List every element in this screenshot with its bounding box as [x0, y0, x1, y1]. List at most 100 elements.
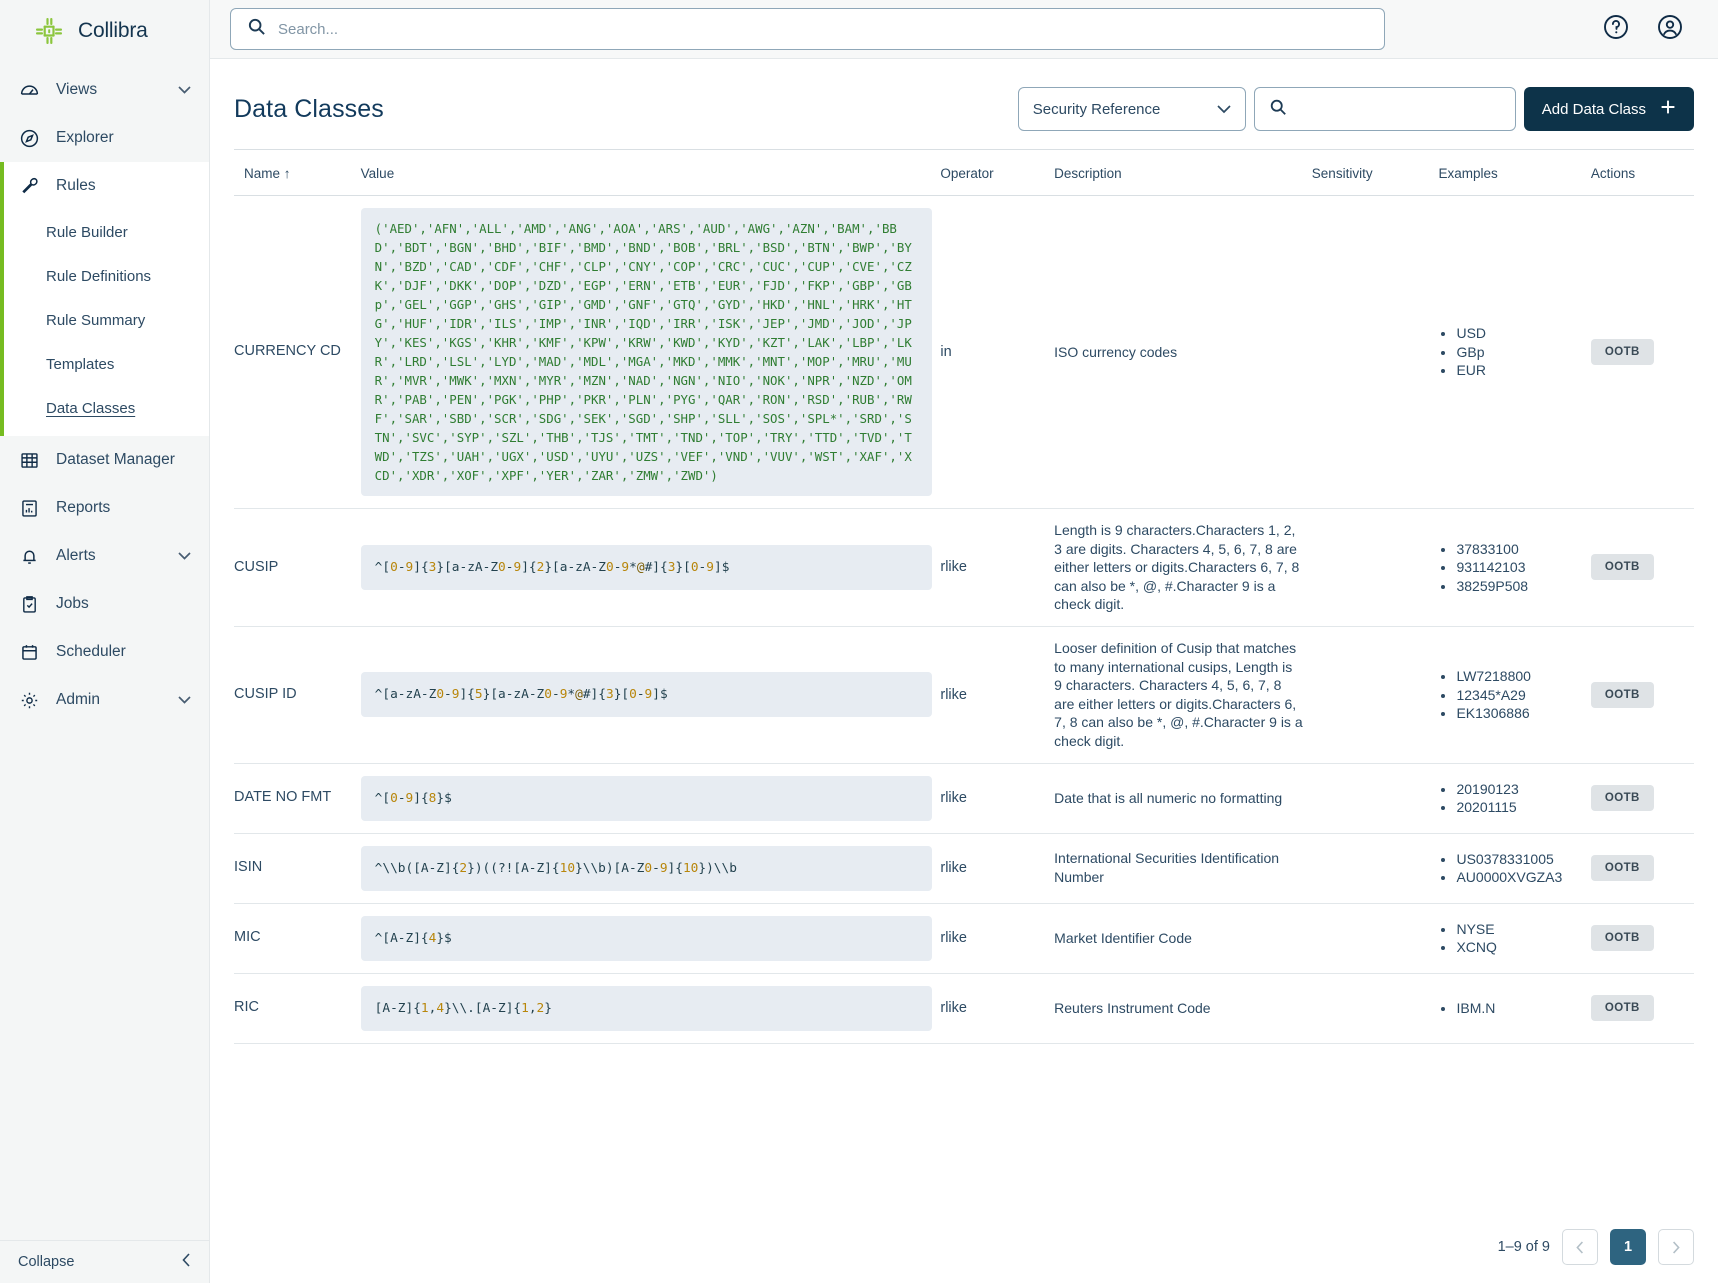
global-search[interactable] — [230, 8, 1385, 50]
cell-description: Reuters Instrument Code — [1054, 973, 1312, 1043]
cell-actions: OOTB — [1591, 833, 1694, 903]
reference-select[interactable]: Security Reference — [1018, 87, 1246, 131]
sidebar-item-reports[interactable]: Reports — [0, 484, 209, 532]
cell-sensitivity — [1312, 763, 1439, 833]
table-row[interactable]: CURRENCY CD('AED','AFN','ALL','AMD','ANG… — [234, 196, 1694, 509]
cell-sensitivity — [1312, 509, 1439, 627]
sidebar-item-rules[interactable]: Rules — [0, 162, 209, 210]
column-header-examples[interactable]: Examples — [1438, 150, 1590, 196]
alerts-bell-icon — [18, 545, 40, 567]
cell-sensitivity — [1312, 973, 1439, 1043]
sidebar-subitem-label: Rule Summary — [46, 312, 145, 329]
ootb-badge[interactable]: OOTB — [1591, 554, 1654, 580]
cell-sensitivity — [1312, 903, 1439, 973]
example-item: XCNQ — [1456, 938, 1582, 957]
collibra-logo-icon — [32, 14, 66, 48]
sidebar-item-data-classes[interactable]: Data Classes — [4, 386, 209, 430]
table-filter-search[interactable] — [1254, 87, 1516, 131]
sidebar-item-rule-definitions[interactable]: Rule Definitions — [4, 254, 209, 298]
sidebar-item-scheduler[interactable]: Scheduler — [0, 628, 209, 676]
chevron-down-icon — [178, 547, 191, 565]
ootb-badge[interactable]: OOTB — [1591, 995, 1654, 1021]
example-item: 931142103 — [1456, 558, 1582, 577]
cell-description: Date that is all numeric no formatting — [1054, 763, 1312, 833]
cell-operator: rlike — [940, 763, 1054, 833]
column-header-value[interactable]: Value — [361, 150, 941, 196]
sidebar-item-rule-builder[interactable]: Rule Builder — [4, 210, 209, 254]
table-body: CURRENCY CD('AED','AFN','ALL','AMD','ANG… — [234, 196, 1694, 1044]
regex-code-block: ^[0-9]{8}$ — [361, 776, 933, 821]
cell-actions: OOTB — [1591, 763, 1694, 833]
regex-code-block: [A-Z]{1,4}\\.[A-Z]{1,2} — [361, 986, 933, 1031]
pagination-prev-button[interactable] — [1562, 1229, 1598, 1265]
pagination-next-button[interactable] — [1658, 1229, 1694, 1265]
sidebar-collapse-button[interactable]: Collapse — [0, 1240, 209, 1283]
dataset-grid-icon — [18, 449, 40, 471]
regex-code-block: ^[A-Z]{4}$ — [361, 916, 933, 961]
table-row[interactable]: DATE NO FMT^[0-9]{8}$rlikeDate that is a… — [234, 763, 1694, 833]
table-header-row: Name ↑ Value Operator Description Sensit… — [234, 150, 1694, 196]
cell-value: ^[a-zA-Z0-9]{5}[a-zA-Z0-9*@#]{3}[0-9]$ — [361, 626, 941, 763]
reference-select-value: Security Reference — [1033, 101, 1161, 118]
sidebar-item-alerts[interactable]: Alerts — [0, 532, 209, 580]
ootb-badge[interactable]: OOTB — [1591, 785, 1654, 811]
cell-name: ISIN — [234, 833, 361, 903]
page-header: Data Classes Security Reference — [210, 59, 1718, 149]
scheduler-calendar-icon — [18, 641, 40, 663]
cell-sensitivity — [1312, 833, 1439, 903]
regex-code-block: ^[a-zA-Z0-9]{5}[a-zA-Z0-9*@#]{3}[0-9]$ — [361, 672, 933, 717]
cell-actions: OOTB — [1591, 196, 1694, 509]
account-circle-icon[interactable] — [1656, 13, 1684, 46]
cell-value: ^\\b([A-Z]{2})((?![A-Z]{10}\\b)[A-Z0-9]{… — [361, 833, 941, 903]
data-classes-table: Name ↑ Value Operator Description Sensit… — [234, 149, 1694, 1044]
ootb-badge[interactable]: OOTB — [1591, 855, 1654, 881]
topbar — [210, 0, 1718, 59]
table-row[interactable]: CUSIP ID^[a-zA-Z0-9]{5}[a-zA-Z0-9*@#]{3}… — [234, 626, 1694, 763]
table-filter-input[interactable] — [1297, 101, 1501, 118]
chevron-left-icon — [182, 1253, 191, 1271]
sidebar-item-explorer[interactable]: Explorer — [0, 114, 209, 162]
sidebar-item-views[interactable]: Views — [0, 66, 209, 114]
ootb-badge[interactable]: OOTB — [1591, 925, 1654, 951]
chevron-down-icon — [1217, 101, 1231, 118]
ootb-badge[interactable]: OOTB — [1591, 339, 1654, 365]
sidebar-item-label: Views — [56, 81, 97, 99]
cell-actions: OOTB — [1591, 509, 1694, 627]
cell-examples: 2019012320201115 — [1438, 763, 1590, 833]
ootb-badge[interactable]: OOTB — [1591, 682, 1654, 708]
column-header-operator[interactable]: Operator — [940, 150, 1054, 196]
search-icon — [1269, 98, 1287, 121]
sidebar-item-label: Alerts — [56, 547, 96, 565]
sort-asc-icon[interactable]: ↑ — [284, 166, 291, 181]
cell-sensitivity — [1312, 196, 1439, 509]
example-item: AU0000XVGZA3 — [1456, 868, 1582, 887]
page-content: Data Classes Security Reference — [210, 59, 1718, 1283]
column-header-name[interactable]: Name ↑ — [234, 150, 361, 196]
table-row[interactable]: MIC^[A-Z]{4}$rlikeMarket Identifier Code… — [234, 903, 1694, 973]
sidebar-item-templates[interactable]: Templates — [4, 342, 209, 386]
sidebar-item-jobs[interactable]: Jobs — [0, 580, 209, 628]
column-header-sensitivity[interactable]: Sensitivity — [1312, 150, 1439, 196]
brand[interactable]: Collibra — [0, 0, 209, 62]
pagination-page-1[interactable]: 1 — [1610, 1229, 1646, 1265]
sidebar-item-label: Reports — [56, 499, 110, 517]
sidebar-item-admin[interactable]: Admin — [0, 676, 209, 724]
page-title: Data Classes — [234, 95, 384, 124]
example-item: 20201115 — [1456, 798, 1582, 817]
table-row[interactable]: RIC[A-Z]{1,4}\\.[A-Z]{1,2}rlikeReuters I… — [234, 973, 1694, 1043]
table-row[interactable]: CUSIP^[0-9]{3}[a-zA-Z0-9]{2}[a-zA-Z0-9*@… — [234, 509, 1694, 627]
table-row[interactable]: ISIN^\\b([A-Z]{2})((?![A-Z]{10}\\b)[A-Z0… — [234, 833, 1694, 903]
help-circle-icon[interactable] — [1602, 13, 1630, 46]
sidebar: Collibra Views — [0, 0, 210, 1283]
regex-code-block: ^[0-9]{3}[a-zA-Z0-9]{2}[a-zA-Z0-9*@#]{3}… — [361, 545, 933, 590]
cell-value: [A-Z]{1,4}\\.[A-Z]{1,2} — [361, 973, 941, 1043]
example-item: 12345*A29 — [1456, 686, 1582, 705]
cell-operator: rlike — [940, 973, 1054, 1043]
sidebar-item-rule-summary[interactable]: Rule Summary — [4, 298, 209, 342]
add-data-class-button[interactable]: Add Data Class — [1524, 87, 1694, 131]
search-input[interactable] — [278, 21, 1368, 38]
example-item: EK1306886 — [1456, 704, 1582, 723]
sidebar-item-dataset-manager[interactable]: Dataset Manager — [0, 436, 209, 484]
example-item: NYSE — [1456, 920, 1582, 939]
column-header-description[interactable]: Description — [1054, 150, 1312, 196]
